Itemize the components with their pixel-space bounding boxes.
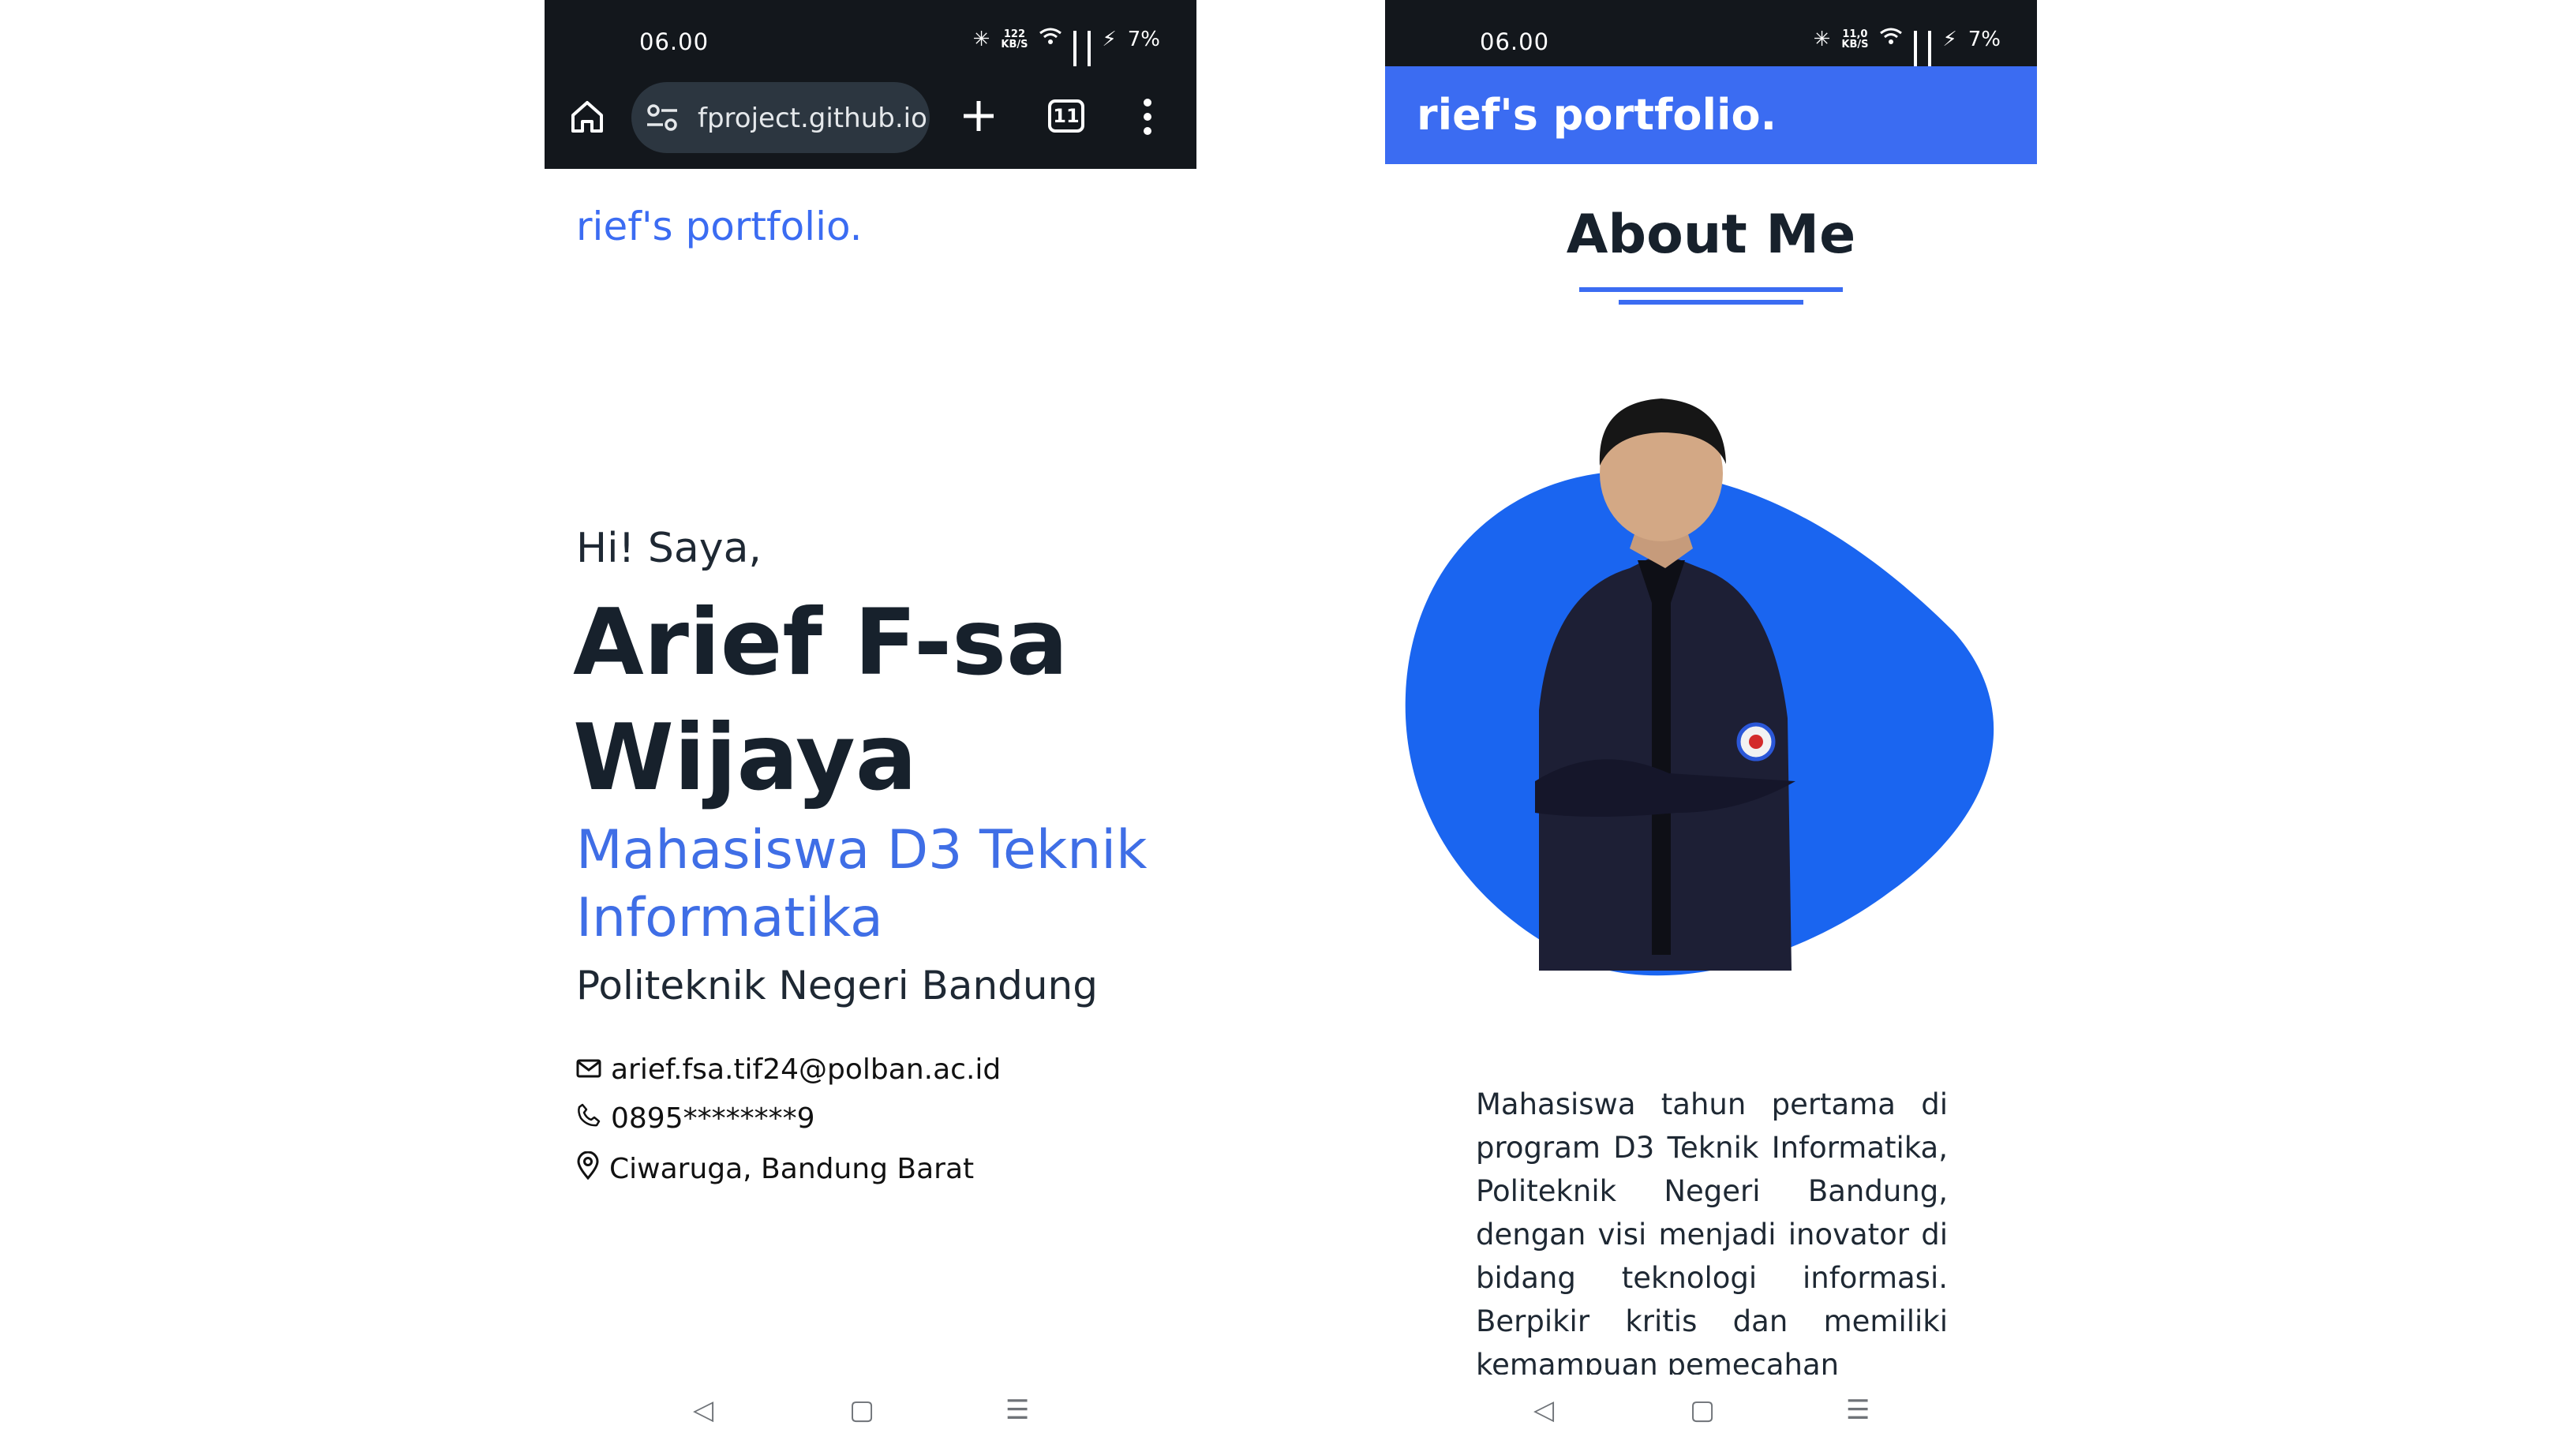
about-title: About Me: [1566, 204, 1856, 266]
battery-percent: 7%: [1127, 27, 1160, 51]
wifi-icon: [1879, 27, 1903, 51]
hero-greeting: Hi! Saya,: [576, 525, 762, 572]
home-square-icon[interactable]: ▢: [1690, 1394, 1715, 1426]
network-speed: 11,0 KB/S: [1841, 29, 1868, 50]
network-speed-value: 11,0: [1842, 28, 1868, 40]
hero-role-line2: Informatika: [576, 887, 883, 949]
bluetooth-icon: ✳: [972, 27, 990, 51]
url-text: fproject.github.io: [698, 103, 927, 134]
site-header: rief's portfolio.: [1385, 66, 2037, 164]
menu-dots-icon[interactable]: [1142, 96, 1153, 140]
android-nav-bar: ◁ ▢ ☰: [545, 1377, 1196, 1448]
new-tab-icon[interactable]: [959, 96, 998, 139]
profile-photo: [1405, 398, 1994, 976]
home-icon[interactable]: [568, 98, 606, 139]
location-pin-icon: [576, 1151, 600, 1187]
bluetooth-icon: ✳: [1813, 27, 1831, 51]
signal-icon: [1073, 30, 1077, 79]
recents-menu-icon[interactable]: ☰: [1846, 1394, 1870, 1426]
hero-role: Mahasiswa D3 Teknik Informatika: [576, 817, 1148, 952]
status-icons: ✳ 11,0 KB/S ⚡ 7%: [1813, 27, 2001, 79]
home-square-icon[interactable]: ▢: [849, 1394, 874, 1426]
title-underline-short: [1619, 300, 1803, 305]
tab-switcher-button[interactable]: 11: [1048, 99, 1084, 133]
wifi-icon: [1039, 27, 1062, 51]
network-speed-value: 122: [1003, 28, 1025, 40]
charging-icon: ⚡: [1102, 27, 1117, 51]
back-icon[interactable]: ◁: [693, 1394, 713, 1426]
signal-icon-2: [1928, 30, 1932, 79]
signal-icon: [1914, 30, 1918, 79]
status-time: 06.00: [639, 28, 710, 55]
status-icons: ✳ 122 KB/S ⚡ 7%: [972, 27, 1160, 79]
phone-screen-left: 06.00 ✳ 122 KB/S ⚡ 7% fproject.github.io …: [545, 0, 1196, 1448]
site-settings-icon[interactable]: [646, 103, 679, 136]
title-underline: [1579, 287, 1843, 292]
phone-icon: [576, 1102, 601, 1135]
site-brand[interactable]: rief's portfolio.: [576, 204, 863, 249]
android-nav-bar: ◁ ▢ ☰: [1385, 1377, 2037, 1448]
status-time: 06.00: [1480, 28, 1550, 55]
status-bar: 06.00 ✳ 122 KB/S ⚡ 7%: [545, 0, 1196, 79]
hero-school: Politeknik Negeri Bandung: [576, 963, 1098, 1008]
browser-toolbar: fproject.github.io 11: [545, 66, 1196, 169]
location-text: Ciwaruga, Bandung Barat: [609, 1153, 975, 1185]
phone-screen-right: 06.00 ✳ 11,0 KB/S ⚡ 7% rief's portfolio. …: [1385, 0, 2037, 1448]
network-speed-unit: KB/S: [1841, 38, 1869, 51]
network-speed-unit: KB/S: [1001, 38, 1028, 51]
status-bar: 06.00 ✳ 11,0 KB/S ⚡ 7%: [1385, 0, 2037, 79]
recents-menu-icon[interactable]: ☰: [1005, 1394, 1029, 1426]
contact-email[interactable]: arief.fsa.tif24@polban.ac.id: [576, 1053, 1001, 1086]
hero-role-line1: Mahasiswa D3 Teknik: [576, 819, 1148, 881]
hero-name: Arief F-sa Wijaya: [573, 586, 1068, 816]
battery-percent: 7%: [1968, 27, 2001, 51]
contact-location[interactable]: Ciwaruga, Bandung Barat: [576, 1151, 974, 1187]
phone-text: 0895********9: [611, 1102, 815, 1135]
site-brand[interactable]: rief's portfolio.: [1417, 90, 1777, 140]
back-icon[interactable]: ◁: [1533, 1394, 1554, 1426]
network-speed: 122 KB/S: [1001, 29, 1028, 50]
url-bar[interactable]: fproject.github.io: [631, 82, 930, 153]
hero-name-line1: Arief F-sa: [573, 589, 1069, 696]
about-paragraph: Mahasiswa tahun pertama di program D3 Te…: [1476, 1087, 1948, 1375]
hero-name-line2: Wijaya: [573, 705, 918, 811]
charging-icon: ⚡: [1942, 27, 1957, 51]
mail-icon: [576, 1053, 601, 1086]
signal-icon-2: [1088, 30, 1091, 79]
email-text: arief.fsa.tif24@polban.ac.id: [611, 1053, 1002, 1086]
contact-phone[interactable]: 0895********9: [576, 1102, 815, 1135]
